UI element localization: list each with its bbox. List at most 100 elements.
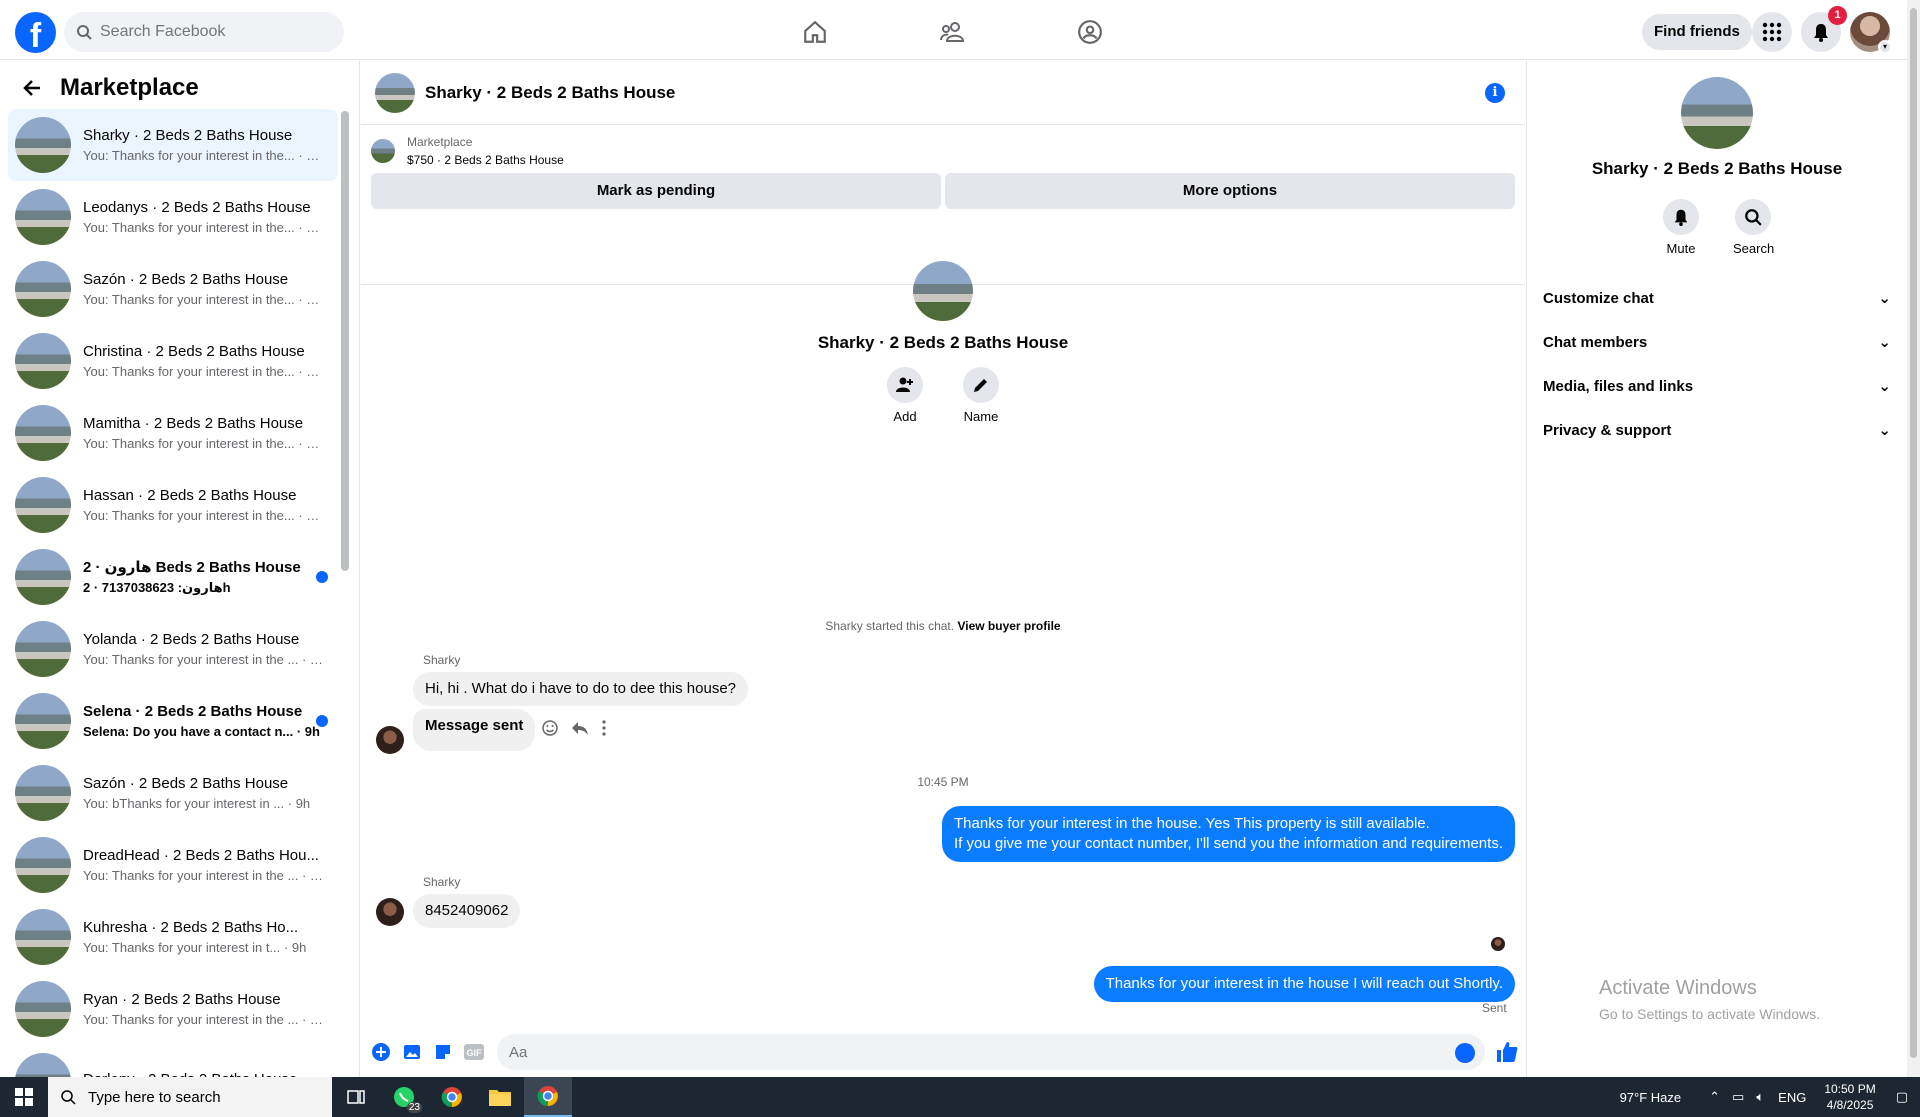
add-button[interactable]: Add [885,367,925,424]
menu-grid-button[interactable] [1752,12,1792,52]
incoming-message[interactable]: Message sent [413,709,536,751]
taskbar-search-box[interactable]: Type here to search [48,1077,332,1117]
incoming-message[interactable]: Hi, hi . What do i have to do to dee thi… [413,672,749,706]
conversation-item[interactable]: Sazón · 2 Beds 2 Baths House You: Thanks … [8,253,338,325]
preview-text: You: Thanks for your interest in the... [83,436,295,451]
find-friends-button[interactable]: Find friends [1642,14,1752,50]
emoji-icon[interactable] [1455,1043,1475,1063]
chevron-down-icon: ⌄ [1878,378,1891,395]
page-scrollbar[interactable] [1907,0,1920,1077]
conversation-preview: You: Thanks for your interest in the ...… [83,1012,323,1027]
top-navigation-bar: f Find friends 1 ▾ [0,4,1907,60]
privacy-support-section[interactable]: Privacy & support ⌄ [1527,408,1907,452]
mute-button[interactable]: Mute [1661,199,1701,256]
conversation-item[interactable]: Sazón · 2 Beds 2 Baths House You: bThanks… [8,757,338,829]
conversation-item[interactable]: Leodanys · 2 Beds 2 Baths House You: Than… [8,181,338,253]
conversation-preview: You: bThanks for your interest in ... · … [83,796,323,811]
conversation-item[interactable]: Hassan · 2 Beds 2 Baths House You: Thanks… [8,469,338,541]
conversation-item[interactable]: هارون · 2 Beds 2 Baths House هارون: 71370… [8,541,338,613]
message-input-field[interactable] [497,1034,1485,1070]
weather-widget[interactable]: 97°F Haze [1620,1090,1682,1105]
section-label: Customize chat [1543,289,1654,307]
gif-icon[interactable]: GIF [463,1041,485,1063]
conversation-item[interactable]: DreadHead · 2 Beds 2 Baths Hou... You: Th… [8,829,338,901]
clock[interactable]: 10:50 PM 4/8/2025 [1824,1081,1875,1113]
conversation-item[interactable]: Selena · 2 Beds 2 Baths House Selena: Do … [8,685,338,757]
file-explorer-icon[interactable] [476,1077,524,1117]
chevron-up-icon[interactable]: ⌃ [1709,1089,1720,1105]
conversation-preview: You: Thanks for your interest in the ...… [83,652,323,667]
view-buyer-profile-link[interactable]: View buyer profile [957,619,1060,633]
search-input[interactable] [100,23,320,41]
chat-members-section[interactable]: Chat members ⌄ [1527,320,1907,364]
conversation-thumbnail [15,693,71,749]
react-emoji-icon[interactable] [541,719,559,737]
chrome-taskbar-icon[interactable] [428,1077,476,1117]
info-icon[interactable]: i [1485,83,1505,103]
conversation-item[interactable]: Kuhresha · 2 Beds 2 Baths Ho... You: Than… [8,901,338,973]
outgoing-message[interactable]: Thanks for your interest in the house I … [1093,966,1515,1002]
preview-separator: · [294,292,307,307]
volume-icon[interactable]: 🔈︎ [1756,1089,1764,1105]
message-input[interactable] [509,1043,1409,1061]
windows-start-icon[interactable] [0,1077,48,1117]
conversation-preview: Selena: Do you have a contact n... · 9h [83,724,323,739]
sender-avatar[interactable] [376,898,404,926]
conversation-name: Hassan · 2 Beds 2 Baths House [83,487,297,504]
customize-chat-section[interactable]: Customize chat ⌄ [1527,276,1907,320]
preview-separator: · [280,940,292,955]
section-label: Chat members [1543,333,1648,351]
outgoing-message[interactable]: Thanks for your interest in the house. Y… [942,806,1515,862]
mark-as-pending-button[interactable]: Mark as pending [371,173,941,209]
incoming-message[interactable]: 8452409062 [413,894,521,928]
page-scrollbar-thumb[interactable] [1910,8,1917,1058]
add-label: Add [893,409,917,424]
more-options-button[interactable]: More options [945,173,1515,209]
more-vertical-icon[interactable] [601,719,607,737]
conversation-item[interactable]: Yolanda · 2 Beds 2 Baths House You: Thank… [8,613,338,685]
account-avatar[interactable]: ▾ [1850,12,1892,54]
clock-date: 4/8/2025 [1826,1098,1874,1112]
conversation-item[interactable]: Christina · 2 Beds 2 Baths House You: Tha… [8,325,338,397]
chrome-active-taskbar-icon[interactable] [524,1077,572,1117]
whatsapp-taskbar-icon[interactable]: 23 [380,1077,428,1117]
notifications-button[interactable]: 1 [1801,6,1847,52]
facebook-logo[interactable]: f [15,12,56,53]
groups-icon[interactable] [1070,14,1110,50]
conversation-item[interactable]: Sharky · 2 Beds 2 Baths House You: Thanks… [8,109,338,181]
listing-source: Marketplace [407,135,473,149]
preview-text: You: Thanks for your interest in the... [83,220,295,235]
language-indicator[interactable]: ENG [1778,1090,1806,1105]
home-icon[interactable] [795,14,835,50]
sender-avatar[interactable] [376,726,404,754]
sticker-icon[interactable] [432,1041,454,1063]
started-text: Sharky started this chat. [825,619,955,633]
task-view-icon[interactable] [332,1077,380,1117]
conversation-thumbnail [15,261,71,317]
search-facebook-box[interactable] [64,12,344,52]
preview-text: You: Thanks for your interest in the... [83,292,295,307]
listing-thumbnail[interactable] [371,139,395,163]
preview-text: You: Thanks for your interest in the... [83,508,295,523]
conversation-item[interactable]: Darleny · 2 Beds 2 Baths House [8,1045,338,1077]
network-icon[interactable]: ▭ [1732,1089,1744,1105]
chat-title[interactable]: Sharky · 2 Beds 2 Baths House [425,83,675,103]
search-conversation-button[interactable]: Search [1733,199,1774,256]
mute-label: Mute [1666,241,1696,256]
notification-center-icon[interactable]: ▢ [1896,1089,1908,1105]
friends-icon[interactable] [933,14,973,50]
media-files-links-section[interactable]: Media, files and links ⌄ [1527,364,1907,408]
preview-text: You: Thanks for your interest in t... [83,940,281,955]
reply-icon[interactable] [571,719,589,737]
thumbs-up-icon[interactable] [1495,1040,1519,1069]
plus-icon[interactable] [370,1041,392,1063]
outgoing-line: If you give me your contact number, I'll… [954,835,1503,852]
conversation-item[interactable]: Mamitha · 2 Beds 2 Baths House You: Thank… [8,397,338,469]
back-arrow-icon[interactable] [18,74,46,102]
listing-price-title[interactable]: $750 · 2 Beds 2 Baths House [407,153,564,167]
name-button[interactable]: Name [961,367,1001,424]
sidebar-scrollbar[interactable] [341,111,349,571]
chat-avatar[interactable] [375,72,415,113]
conversation-item[interactable]: Ryan · 2 Beds 2 Baths House You: Thanks f… [8,973,338,1045]
photo-icon[interactable] [401,1041,423,1063]
